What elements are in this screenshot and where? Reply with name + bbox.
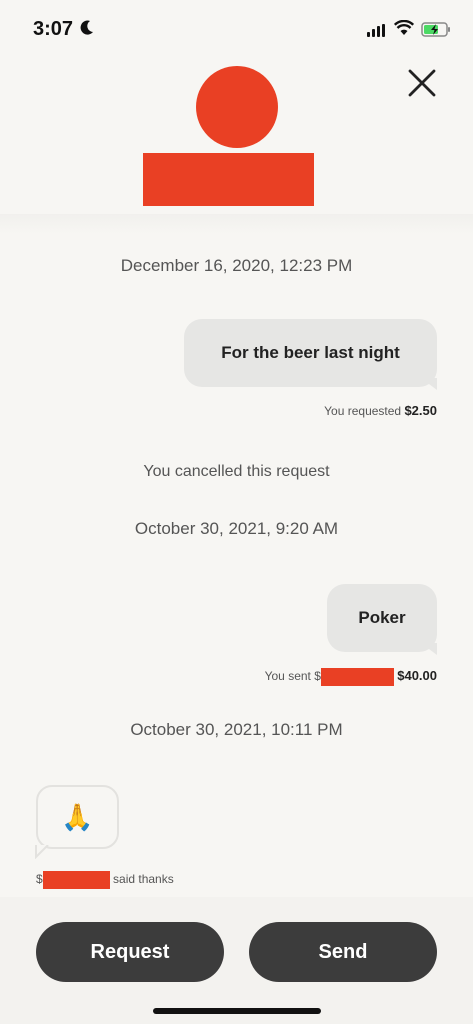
payment-meta: You requested $2.50 <box>200 403 437 418</box>
praying-hands-emoji: 🙏 <box>61 801 94 832</box>
payment-meta: You sent $ $40.00 <box>200 668 437 686</box>
bubble-tail <box>421 643 437 655</box>
wifi-icon <box>394 20 414 35</box>
message-text: Poker <box>358 608 406 627</box>
contact-name-redacted <box>143 153 314 206</box>
bubble-tail <box>421 378 437 390</box>
thanks-meta: $ said thanks <box>36 871 174 889</box>
meta-label: $ <box>36 872 43 887</box>
cellular-signal-icon <box>367 24 385 37</box>
message-bubble[interactable]: Poker <box>327 584 437 652</box>
timestamp-1: December 16, 2020, 12:23 PM <box>120 256 353 275</box>
meta-label: You requested <box>324 404 402 418</box>
request-button[interactable]: Request <box>36 922 224 982</box>
amount: $2.50 <box>404 403 437 418</box>
system-note: You cancelled this request <box>143 463 330 480</box>
status-time: 3:07 <box>33 18 74 40</box>
amount: $40.00 <box>397 668 437 684</box>
timestamp-2: October 30, 2021, 9:20 AM <box>134 519 339 538</box>
meta-label: You sent $ <box>264 669 321 684</box>
meta-label: said thanks <box>113 872 174 887</box>
bubble-tail <box>35 845 49 859</box>
battery-charging-icon <box>421 22 450 37</box>
send-button[interactable]: Send <box>249 922 437 982</box>
moon-icon <box>80 20 93 35</box>
header-divider <box>0 214 473 234</box>
recipient-redacted <box>320 668 394 686</box>
message-text: For the beer last night <box>221 343 400 362</box>
emoji-message-bubble[interactable]: 🙏 <box>36 785 119 849</box>
sender-redacted <box>42 871 110 889</box>
avatar-redacted[interactable] <box>196 66 278 148</box>
close-icon[interactable] <box>406 67 438 99</box>
home-indicator[interactable] <box>153 1008 321 1014</box>
timestamp-3: October 30, 2021, 10:11 PM <box>130 720 343 739</box>
message-bubble[interactable]: For the beer last night <box>184 319 437 387</box>
status-bar: 3:07 <box>0 0 473 56</box>
